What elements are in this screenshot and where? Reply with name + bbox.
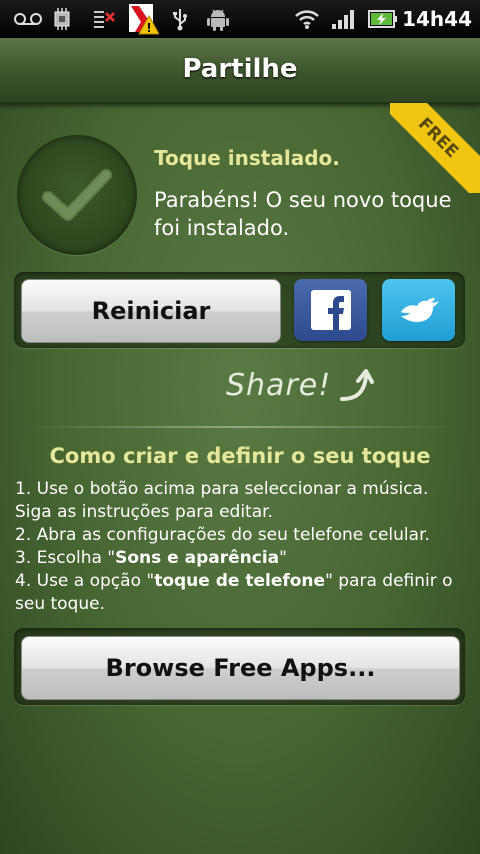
android-icon (206, 0, 230, 38)
twitter-share-button[interactable] (382, 279, 455, 341)
divider (22, 426, 458, 428)
cell-signal-icon (330, 0, 358, 38)
usb-icon (170, 0, 190, 38)
free-ribbon: FREE (390, 103, 480, 193)
restart-button[interactable]: Reiniciar (21, 279, 281, 343)
twitter-bird-icon (400, 298, 439, 322)
step-item: 4. Use a opção "toque de telefone" para … (15, 571, 453, 614)
title-bar: Partilhe (0, 38, 480, 104)
browse-free-apps-button[interactable]: Browse Free Apps... (21, 636, 460, 700)
check-circle (17, 135, 137, 255)
battery-charging-icon (368, 0, 398, 38)
voicemail-icon (14, 0, 42, 38)
facebook-icon (310, 290, 351, 330)
installed-title: Toque instalado. (154, 146, 340, 170)
share-arrow-icon (340, 369, 374, 401)
kaspersky-warning-icon: ! (126, 0, 160, 38)
settings-chip-icon (50, 0, 74, 38)
step-item: 2. Abra as configurações do seu telefone… (15, 525, 430, 545)
installed-message: Parabéns! O seu novo toque foi instalado… (154, 188, 452, 240)
step-item: 1. Use o botão acima para seleccionar a … (15, 479, 429, 522)
svg-text:!: ! (146, 21, 151, 35)
checkmark-icon (42, 169, 112, 221)
facebook-share-button[interactable] (294, 279, 367, 341)
signal-off-icon (92, 0, 116, 38)
page-title: Partilhe (182, 54, 298, 84)
free-ribbon-label: FREE (390, 103, 480, 193)
howto-steps: 1. Use o botão acima para seleccionar a … (15, 478, 470, 616)
step-item: 3. Escolha "Sons e aparência" (15, 548, 287, 568)
wifi-icon (294, 0, 320, 38)
status-time: 14h44 (402, 7, 472, 31)
howto-title: Como criar e definir o seu toque (49, 444, 431, 468)
share-label: Share! (226, 368, 332, 403)
status-bar: ! 14h44 (0, 0, 480, 38)
